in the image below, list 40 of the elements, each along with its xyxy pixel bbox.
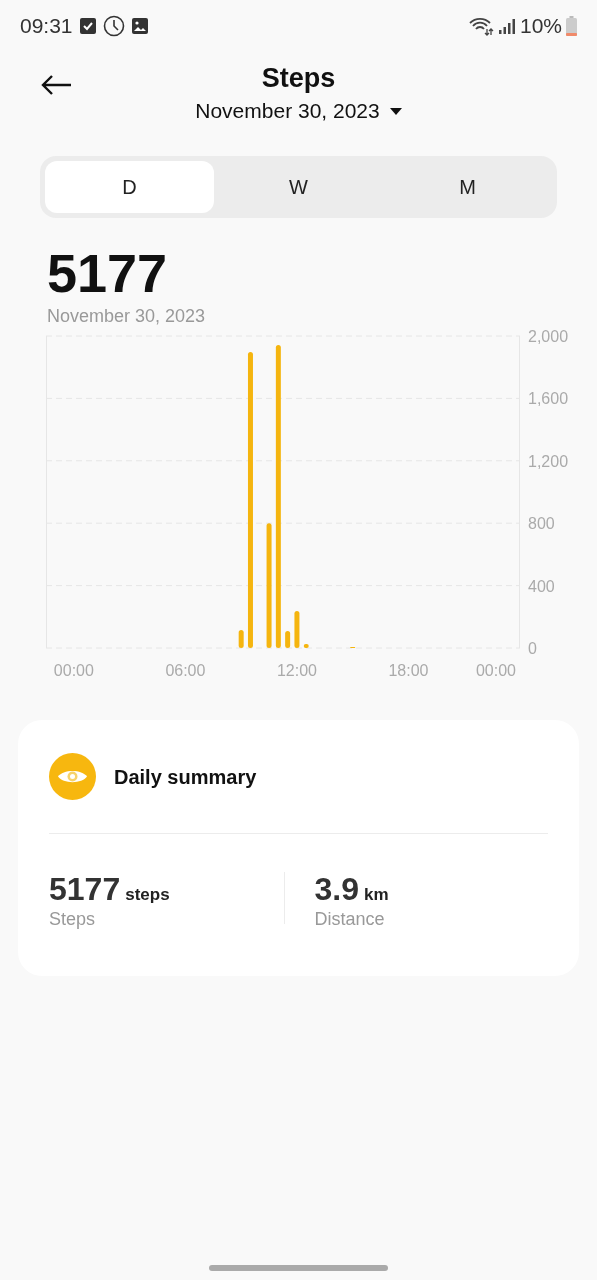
chart-bar: [238, 630, 244, 648]
stat-unit: km: [364, 884, 389, 906]
checkbox-notification-icon: [78, 17, 97, 35]
status-time: 09:31: [20, 13, 73, 40]
x-axis-label: 00:00: [53, 662, 94, 678]
chart-bar: [285, 631, 291, 648]
signal-icon: [497, 17, 516, 35]
stat-value: 5177: [49, 870, 121, 908]
stat-label: Steps: [49, 908, 97, 930]
total-steps: 5177: [47, 244, 550, 302]
stat-label: Distance: [314, 908, 386, 930]
y-axis-label: 800: [528, 515, 555, 533]
stat-value: 3.9: [314, 870, 359, 908]
y-axis-label: 1,200: [528, 452, 569, 470]
y-axis-label: 0: [528, 640, 537, 657]
total-date: November 30, 2023: [47, 305, 207, 328]
stat-unit: steps: [125, 884, 170, 906]
image-icon: [130, 17, 149, 35]
period-tab[interactable]: D: [45, 161, 214, 213]
chart-bar: [303, 643, 309, 648]
page-title: Steps: [261, 62, 336, 94]
back-arrow-icon: [40, 74, 72, 96]
x-axis-label: 00:00: [475, 662, 516, 678]
date-dropdown[interactable]: November 30, 2023: [195, 96, 402, 126]
chart-bar: [294, 611, 300, 648]
y-axis-label: 400: [528, 577, 555, 595]
eye-icon: [49, 753, 96, 800]
period-tab[interactable]: W: [214, 161, 383, 213]
x-axis-label: 18:00: [388, 662, 429, 678]
wifi-icon: [467, 16, 494, 36]
caret-icon: [389, 107, 402, 115]
battery-icon: [566, 16, 577, 36]
battery-percentage: 10%: [519, 13, 562, 40]
y-axis-label: 1,600: [528, 390, 569, 408]
period-tab[interactable]: M: [383, 161, 552, 213]
y-axis-label: 2,000: [528, 328, 569, 345]
x-axis-label: 12:00: [276, 662, 317, 678]
summary-title: Daily summary: [114, 764, 257, 790]
x-axis-label: 06:00: [165, 662, 206, 678]
clock-icon: [102, 15, 125, 37]
